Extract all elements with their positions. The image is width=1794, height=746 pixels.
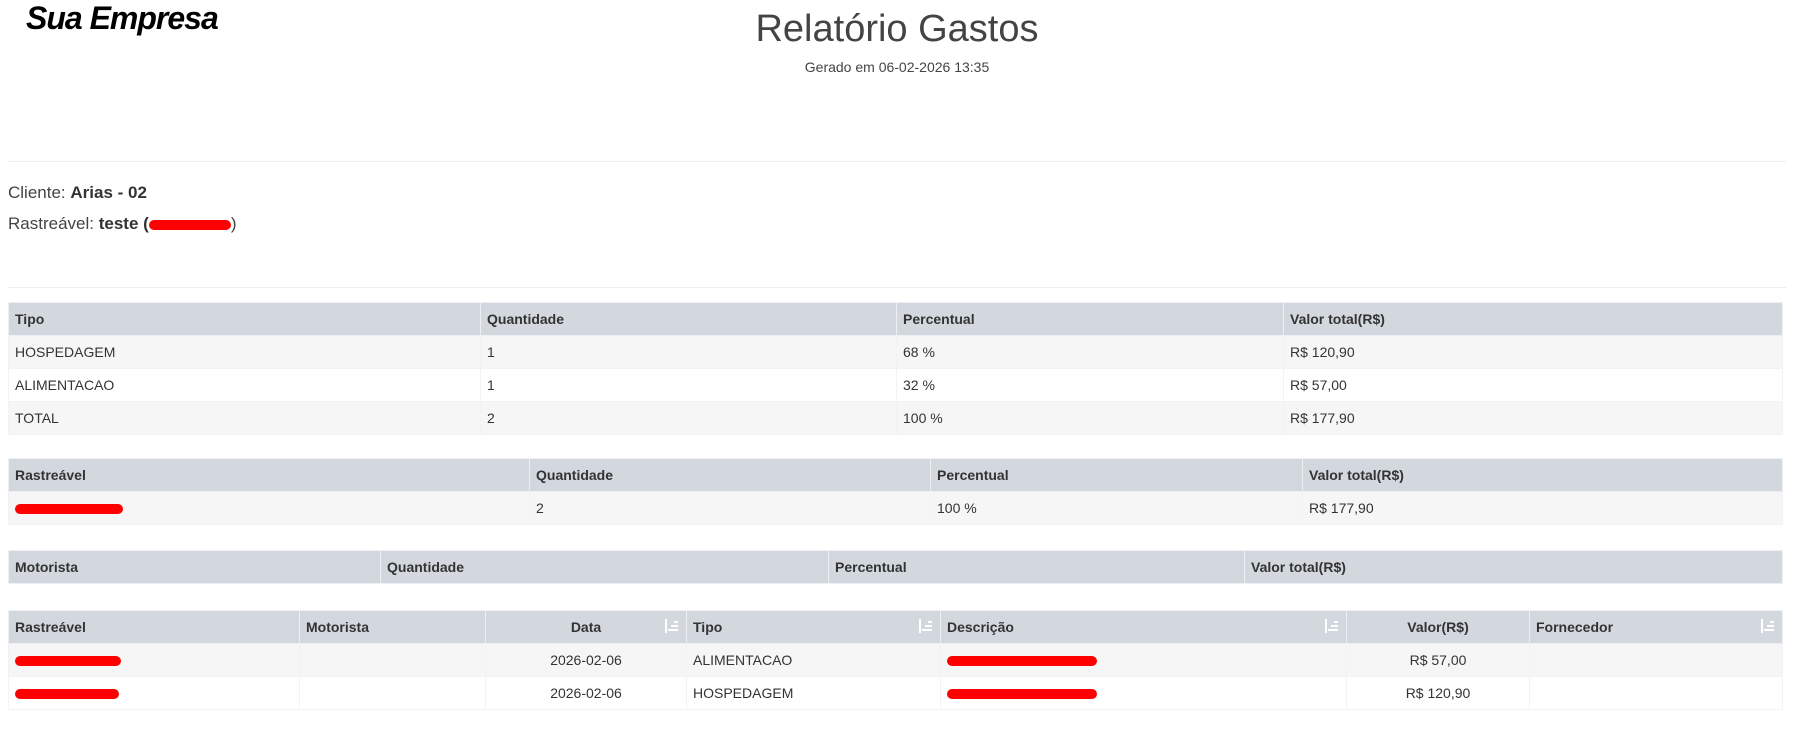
trackable-value: teste — [98, 214, 139, 233]
column-header: Valor total(R$) — [1302, 458, 1783, 492]
table-cell: R$ 120,90 — [1283, 335, 1783, 369]
column-label: Data — [570, 619, 602, 635]
table-cell: ALIMENTACAO — [8, 368, 481, 402]
sortable-column-header[interactable]: Data — [485, 610, 687, 644]
sort-icon[interactable] — [664, 619, 678, 633]
column-header: Valor total(R$) — [1283, 302, 1783, 336]
generated-date: Gerado em 06-02-2026 13:35 — [804, 59, 990, 75]
table-cell: 2 — [529, 491, 931, 525]
divider — [8, 161, 1786, 162]
sortable-column-header[interactable]: Fornecedor — [1529, 610, 1783, 644]
table-row: 2026-02-06 HOSPEDAGEM R$ 120,90 — [8, 676, 1783, 710]
table-cell — [1529, 643, 1783, 677]
redaction-mark — [148, 219, 231, 230]
client-label: Cliente: — [8, 183, 66, 202]
table-cell: R$ 57,00 — [1346, 643, 1530, 677]
table-cell: 68 % — [896, 335, 1284, 369]
table-row: HOSPEDAGEM 1 68 % R$ 120,90 — [8, 335, 1783, 369]
client-value: Arias - 02 — [70, 183, 147, 202]
column-header: Quantidade — [529, 458, 931, 492]
expense-detail-table: Rastreável Motorista Data Tipo Descrição… — [8, 610, 1783, 710]
divider — [8, 287, 1786, 288]
column-header: Quantidade — [380, 550, 829, 584]
type-summary-table: Tipo Quantidade Percentual Valor total(R… — [8, 302, 1783, 435]
column-header: Rastreável — [8, 610, 300, 644]
trackable-label: Rastreável: — [8, 214, 94, 233]
table-row: TOTAL 2 100 % R$ 177,90 — [8, 401, 1783, 435]
open-paren: ( — [143, 214, 149, 233]
table-cell — [8, 491, 530, 525]
report-header: Relatório Gastos Gerado em 06-02-2026 13… — [0, 8, 1794, 75]
table-cell: 2026-02-06 — [485, 643, 687, 677]
table-cell: R$ 57,00 — [1283, 368, 1783, 402]
sortable-column-header[interactable]: Tipo — [686, 610, 941, 644]
table-cell: R$ 177,90 — [1283, 401, 1783, 435]
close-paren: ) — [230, 214, 237, 233]
column-header: Motorista — [299, 610, 486, 644]
page-title: Relatório Gastos — [755, 8, 1039, 50]
column-header: Percentual — [930, 458, 1303, 492]
redaction-mark — [15, 689, 119, 700]
table-cell — [8, 676, 300, 710]
column-header: Percentual — [828, 550, 1245, 584]
column-header: Valor(R$) — [1346, 610, 1530, 644]
table-cell: R$ 177,90 — [1302, 491, 1783, 525]
column-label: Descrição — [947, 619, 1014, 635]
table-cell: R$ 120,90 — [1346, 676, 1530, 710]
trackable-summary-table: Rastreável Quantidade Percentual Valor t… — [8, 458, 1783, 525]
client-info: Cliente: Arias - 02 — [8, 183, 147, 203]
table-cell: 1 — [480, 335, 897, 369]
table-cell — [940, 676, 1347, 710]
column-header: Motorista — [8, 550, 381, 584]
sort-icon[interactable] — [918, 619, 932, 633]
table-cell: TOTAL — [8, 401, 481, 435]
table-cell — [299, 643, 486, 677]
sort-icon[interactable] — [1760, 619, 1774, 633]
column-header: Rastreável — [8, 458, 530, 492]
table-cell — [940, 643, 1347, 677]
table-cell — [1529, 676, 1783, 710]
table-cell: HOSPEDAGEM — [686, 676, 941, 710]
redaction-mark — [15, 504, 123, 515]
table-cell: 32 % — [896, 368, 1284, 402]
table-cell: 100 % — [930, 491, 1303, 525]
redaction-mark — [947, 689, 1097, 700]
column-header: Percentual — [896, 302, 1284, 336]
table-row: ALIMENTACAO 1 32 % R$ 57,00 — [8, 368, 1783, 402]
redaction-mark — [15, 656, 121, 667]
table-row: 2026-02-06 ALIMENTACAO R$ 57,00 — [8, 643, 1783, 677]
redaction-mark — [947, 656, 1097, 667]
column-label: Fornecedor — [1536, 619, 1614, 635]
column-header: Tipo — [8, 302, 481, 336]
table-cell — [299, 676, 486, 710]
column-header: Valor total(R$) — [1244, 550, 1783, 584]
table-row: 2 100 % R$ 177,90 — [8, 491, 1783, 525]
table-cell: 2026-02-06 — [485, 676, 687, 710]
table-cell: 1 — [480, 368, 897, 402]
table-cell: HOSPEDAGEM — [8, 335, 481, 369]
table-cell: 100 % — [896, 401, 1284, 435]
sort-icon[interactable] — [1324, 619, 1338, 633]
table-cell: 2 — [480, 401, 897, 435]
column-header: Quantidade — [480, 302, 897, 336]
trackable-info: Rastreável: teste () — [8, 214, 236, 234]
column-label: Tipo — [693, 619, 723, 635]
driver-summary-table: Motorista Quantidade Percentual Valor to… — [8, 550, 1783, 584]
table-cell: ALIMENTACAO — [686, 643, 941, 677]
table-cell — [8, 643, 300, 677]
sortable-column-header[interactable]: Descrição — [940, 610, 1347, 644]
